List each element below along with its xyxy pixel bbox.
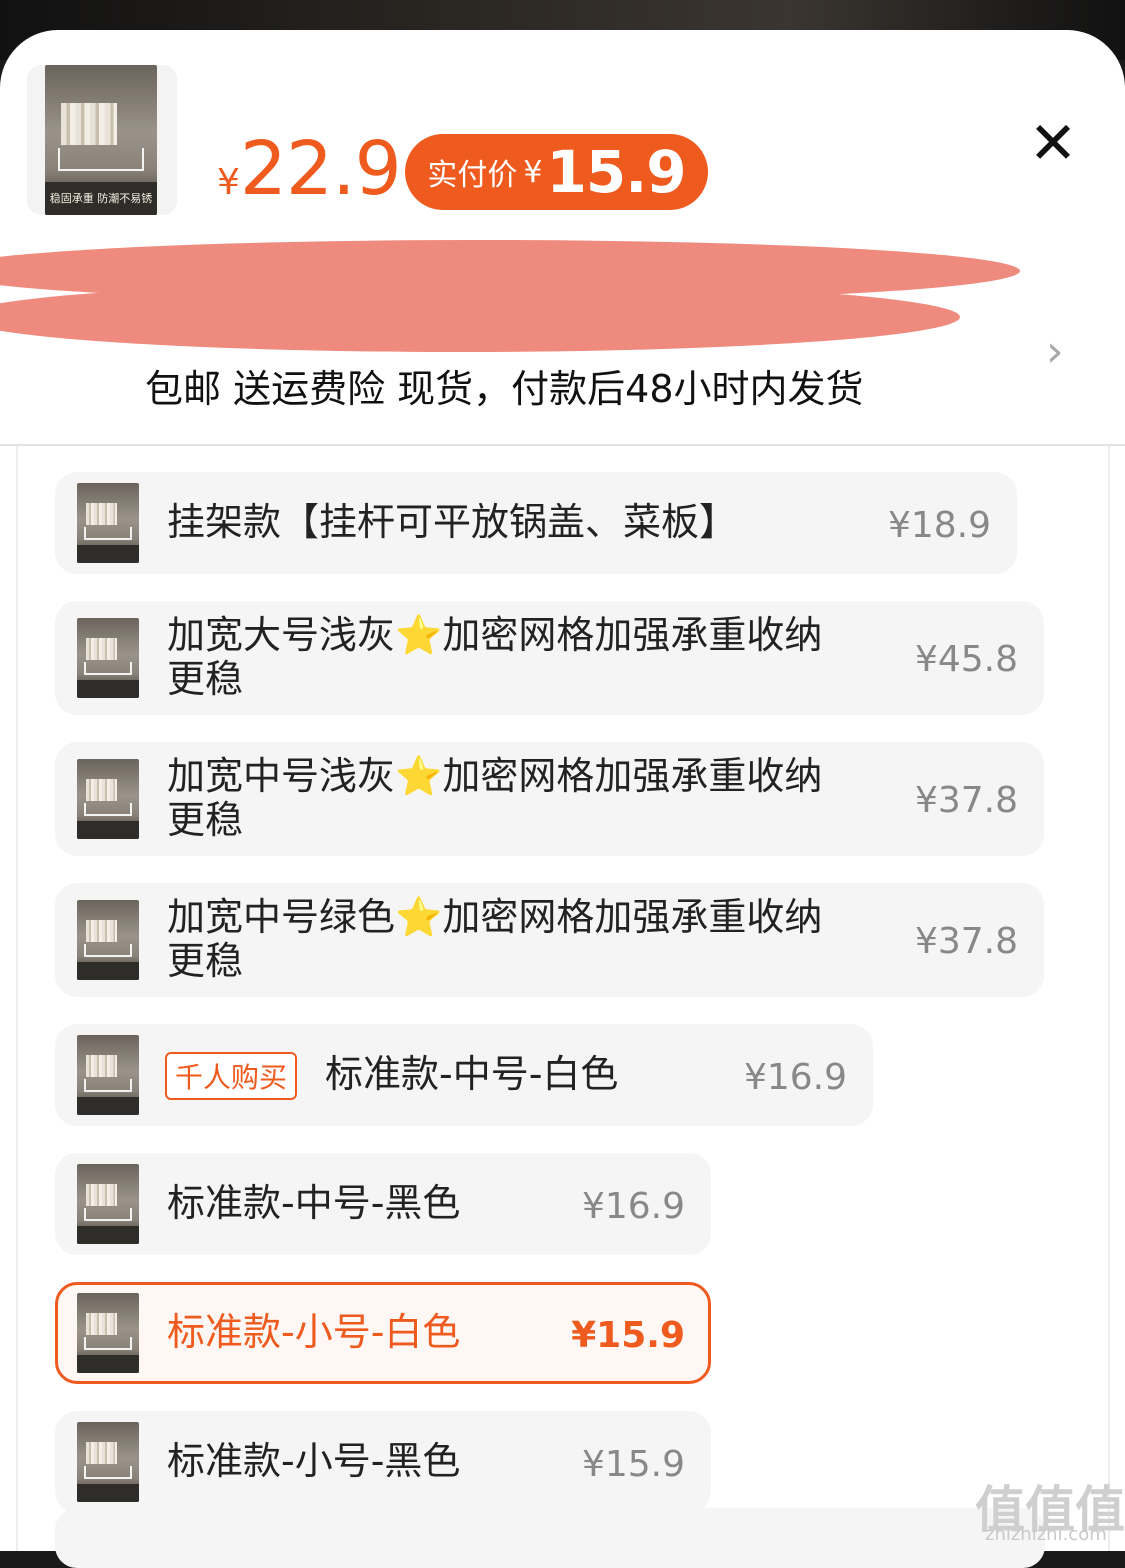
option-price: ¥16.9 [743,1057,847,1098]
close-icon[interactable]: ✕ [1024,114,1082,172]
product-thumbnail: 稳固承重 防潮不易锈 [27,65,177,215]
pay-currency-symbol: ¥ [523,154,543,190]
option-label: 加宽中号浅灰⭐加密网格加强承重收纳更稳 [167,754,823,842]
option-price: ¥37.8 [914,921,1018,962]
product-image: 稳固承重 防潮不易锈 [45,65,157,215]
sku-option-partial[interactable] [55,1508,1045,1568]
option-price: ¥45.8 [914,639,1018,680]
sku-option[interactable]: 标准款-中号-黑色 ¥16.9 [55,1153,711,1255]
actual-pay-badge: 实付价 ¥ 15.9 [405,134,708,210]
option-price: ¥16.9 [581,1186,685,1227]
option-label: 标准款-小号-黑色 [167,1439,461,1483]
shipping-info[interactable]: 包邮 送运费险 现货，付款后48小时内发货 [145,358,864,413]
option-price: ¥15.9 [581,1444,685,1485]
sku-option[interactable]: 挂架款【挂杆可平放锅盖、菜板】 ¥18.9 [55,472,1017,574]
option-price: ¥37.8 [914,780,1018,821]
option-label: 挂架款【挂杆可平放锅盖、菜板】 [167,500,738,544]
sku-option[interactable]: 标准款-小号-黑色 ¥15.9 [55,1411,711,1513]
option-price: ¥15.9 [571,1315,685,1356]
option-thumbnail [77,483,139,563]
option-price: ¥18.9 [887,505,991,546]
option-label: 标准款-小号-白色 [167,1310,461,1354]
redaction-mark [0,282,960,352]
sku-option[interactable]: 千人购买 标准款-中号-白色 ¥16.9 [55,1024,873,1126]
sku-option[interactable]: 加宽中号浅灰⭐加密网格加强承重收纳更稳 ¥37.8 [55,742,1044,856]
option-thumbnail [77,1293,139,1373]
option-thumbnail [77,900,139,980]
sku-option-selected[interactable]: 标准款-小号-白色 ¥15.9 [55,1282,711,1384]
original-price-value: 22.9 [239,126,402,212]
currency-symbol: ¥ [217,162,240,203]
option-label: 标准款-中号-白色 [325,1052,619,1096]
pay-price-value: 15.9 [546,138,686,206]
chevron-right-icon[interactable]: › [1046,326,1064,377]
watermark-url: zhizhizhi.com [985,1524,1107,1545]
option-thumbnail [77,1422,139,1502]
option-thumbnail [77,759,139,839]
option-thumbnail [77,1035,139,1115]
original-price: ¥22.9 [217,126,402,212]
product-image-caption: 稳固承重 防潮不易锈 [49,192,153,205]
sku-option[interactable]: 加宽中号绿色⭐加密网格加强承重收纳更稳 ¥37.8 [55,883,1044,997]
option-thumbnail [77,1164,139,1244]
popular-badge: 千人购买 [165,1052,298,1100]
sku-option[interactable]: 加宽大号浅灰⭐加密网格加强承重收纳更稳 ¥45.8 [55,601,1044,715]
pay-label: 实付价 [427,158,518,193]
option-label: 加宽中号绿色⭐加密网格加强承重收纳更稳 [167,895,823,983]
option-thumbnail [77,618,139,698]
option-label: 加宽大号浅灰⭐加密网格加强承重收纳更稳 [167,613,823,701]
option-label: 标准款-中号-黑色 [167,1181,461,1225]
